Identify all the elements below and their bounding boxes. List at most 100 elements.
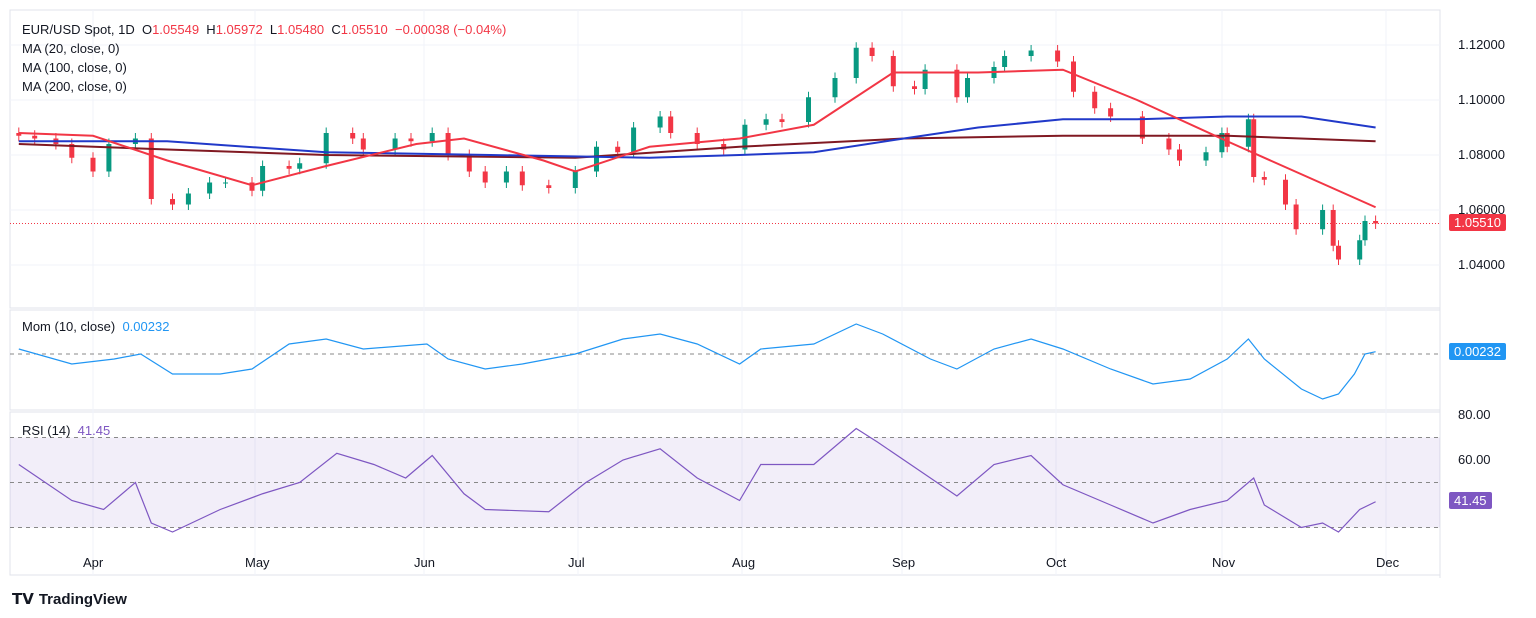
ma100-legend[interactable]: MA (100, close, 0) — [22, 60, 127, 75]
candle-body — [806, 97, 811, 122]
candle-body — [408, 138, 414, 142]
candle-body — [1108, 108, 1114, 117]
date-tick: Jul — [568, 555, 585, 570]
candle-body — [546, 185, 552, 188]
candle-body — [1055, 50, 1061, 62]
candle-body — [482, 171, 488, 183]
rsi-tick: 60.00 — [1458, 452, 1491, 467]
rsi-badge: 41.45 — [1449, 492, 1492, 509]
candle-body — [297, 163, 303, 169]
candle-body — [32, 135, 38, 139]
candle-body — [429, 133, 435, 142]
date-tick: Apr — [83, 555, 104, 570]
candle-body — [286, 166, 292, 169]
ma200-legend[interactable]: MA (200, close, 0) — [22, 79, 127, 94]
candle-body — [1177, 149, 1182, 161]
candle-body — [763, 119, 769, 125]
candle-body — [853, 47, 859, 78]
price-tick: 1.12000 — [1458, 37, 1505, 52]
candle-body — [223, 182, 228, 184]
rsi-legend[interactable]: RSI (14) 41.45 — [22, 423, 110, 438]
candle-body — [779, 119, 785, 122]
date-tick: Sep — [892, 555, 916, 570]
candle-body — [1166, 138, 1172, 150]
candle-body — [615, 146, 621, 153]
candle-body — [1293, 204, 1299, 230]
tradingview-logo[interactable]: 𝗧𝗩 TradingView — [12, 590, 127, 609]
candle-body — [170, 199, 175, 205]
tv-logo-icon: 𝗧𝗩 — [12, 591, 34, 608]
candle-body — [445, 133, 451, 155]
ma20-legend[interactable]: MA (20, close, 0) — [22, 41, 120, 56]
date-tick: Jun — [414, 555, 435, 570]
candle-body — [1071, 61, 1076, 92]
mom-legend[interactable]: Mom (10, close) 0.00232 — [22, 319, 169, 334]
candle-body — [90, 157, 96, 172]
candle-body — [1203, 152, 1209, 161]
candle-body — [631, 127, 637, 153]
rsi-tick: 80.00 — [1458, 407, 1491, 422]
candle-body — [207, 182, 213, 194]
candle-body — [572, 171, 578, 188]
candle-body — [360, 138, 366, 150]
candle-body — [1362, 221, 1368, 241]
candle-body — [668, 116, 674, 133]
date-tick: Dec — [1376, 555, 1400, 570]
mom-title: Mom (10, close) — [22, 319, 116, 334]
change-value: −0.00038 (−0.04%) — [395, 22, 507, 37]
date-tick: Aug — [732, 555, 756, 570]
candle-body — [890, 56, 896, 87]
candle-body — [1373, 221, 1379, 224]
mom-line — [18, 323, 1376, 400]
candle-body — [832, 78, 838, 98]
chart-container[interactable]: EUR/USD Spot, 1D O1.05549 H1.05972 L1.05… — [0, 0, 1536, 618]
candle-body — [1092, 91, 1098, 109]
price-tick: 1.10000 — [1458, 92, 1505, 107]
candle-body — [954, 69, 960, 98]
low-value: 1.05480 — [277, 22, 325, 37]
candle-body — [503, 171, 509, 183]
close-label: C — [331, 22, 341, 37]
high-value: 1.05972 — [215, 22, 263, 37]
candle-body — [594, 146, 599, 172]
candle-body — [350, 133, 356, 139]
candle-body — [1330, 210, 1336, 246]
candle-body — [1336, 245, 1341, 260]
candle-body — [965, 78, 970, 98]
brand-label: TradingView — [38, 590, 127, 608]
pane-0 — [9, 9, 1441, 309]
chart-canvas[interactable] — [0, 0, 1536, 618]
candle-body — [912, 86, 917, 89]
close-value: 1.05510 — [340, 22, 388, 37]
candle-body — [869, 47, 875, 56]
candle-body — [1002, 56, 1008, 67]
symbol-label: EUR/USD Spot, 1D — [22, 22, 135, 37]
price-tick: 1.08000 — [1458, 147, 1505, 162]
date-tick: May — [245, 555, 270, 570]
candle-body — [657, 116, 663, 128]
candle-body — [1261, 177, 1267, 180]
mom-badge: 0.00232 — [1449, 343, 1506, 360]
candle-body — [1357, 240, 1363, 260]
date-tick: Oct — [1046, 555, 1067, 570]
candle-body — [1320, 210, 1326, 230]
open-value: 1.05549 — [152, 22, 200, 37]
price-tick: 1.04000 — [1458, 257, 1505, 272]
candle-body — [185, 193, 191, 205]
high-label: H — [206, 22, 216, 37]
candle-body — [260, 166, 266, 191]
candle-body — [323, 133, 329, 164]
candle-body — [1283, 179, 1288, 205]
candle-body — [1028, 50, 1034, 56]
open-label: O — [141, 22, 153, 37]
candle-body — [148, 138, 154, 199]
date-tick: Nov — [1212, 555, 1236, 570]
candle-body — [519, 171, 525, 186]
candle-body — [1251, 119, 1257, 177]
candle-body — [1245, 119, 1251, 147]
rsi-value: 41.45 — [77, 423, 111, 438]
rsi-title: RSI (14) — [22, 423, 71, 438]
mom-value: 0.00232 — [122, 319, 170, 334]
ohlc-legend: EUR/USD Spot, 1D O1.05549 H1.05972 L1.05… — [22, 22, 506, 37]
last-price-badge: 1.05510 — [1449, 214, 1506, 231]
